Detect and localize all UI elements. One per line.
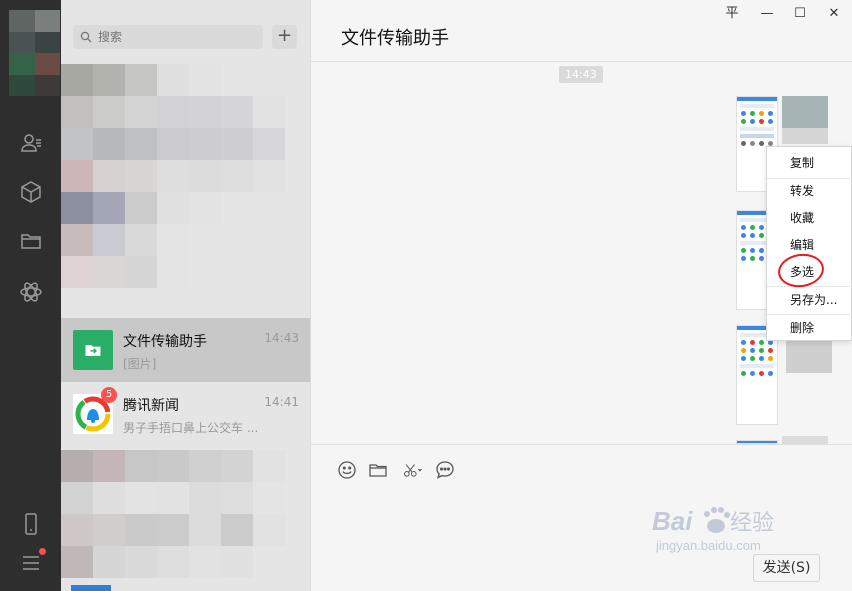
- send-button[interactable]: 发送(S): [753, 554, 820, 582]
- user-avatar[interactable]: [9, 10, 60, 96]
- notification-dot: [39, 548, 46, 555]
- contacts-icon[interactable]: [18, 130, 44, 156]
- chat-preview: [图片]: [123, 357, 157, 371]
- svg-text:经验: 经验: [730, 511, 774, 536]
- pin-button[interactable]: 平: [722, 4, 742, 24]
- maximize-button[interactable]: ☐: [790, 4, 810, 24]
- blurred-chat-area: [61, 450, 310, 578]
- emoji-icon[interactable]: [336, 459, 358, 481]
- partial-avatar: [71, 585, 111, 591]
- blurred-chat-area: [61, 64, 310, 288]
- message-timestamp: 14:43: [559, 66, 603, 83]
- unread-badge: 5: [101, 387, 117, 403]
- baidu-jingyan-watermark: Bai 经验 jingyan.baidu.com: [650, 500, 810, 555]
- chat-title: 文件传输助手: [123, 334, 207, 350]
- menu-item-copy[interactable]: 复制: [767, 150, 852, 177]
- menu-item-save-as[interactable]: 另存为...: [767, 287, 852, 314]
- menu-icon[interactable]: [18, 548, 46, 576]
- send-file-folder-icon[interactable]: [367, 459, 389, 481]
- blurred-avatar: [782, 128, 828, 144]
- search-input[interactable]: [98, 30, 258, 44]
- blurred-avatar: [786, 337, 832, 373]
- chat-list: + 文件传输助手 14:43 [图片]: [61, 0, 311, 591]
- nav-rail: [0, 0, 61, 591]
- chat-time: 14:41: [264, 395, 299, 409]
- folder-icon[interactable]: [18, 228, 44, 254]
- menu-item-favorite[interactable]: 收藏: [767, 205, 852, 232]
- chat-preview: 男子手捂口鼻上公交车 ...: [123, 421, 259, 435]
- wechat-window: + 文件传输助手 14:43 [图片]: [0, 0, 852, 591]
- close-button[interactable]: ✕: [824, 4, 844, 24]
- screenshot-scissors-icon[interactable]: [399, 459, 427, 481]
- chat-time: 14:43: [264, 331, 299, 345]
- chat-item-file-transfer[interactable]: 文件传输助手 14:43 [图片]: [61, 318, 310, 382]
- blurred-avatar: [782, 96, 828, 128]
- svg-text:Bai: Bai: [652, 506, 693, 536]
- file-transfer-icon: [73, 330, 113, 370]
- mini-program-cube-icon[interactable]: [18, 179, 44, 205]
- conversation-title: 文件传输助手: [341, 28, 449, 49]
- chat-title: 腾讯新闻: [123, 398, 179, 414]
- chat-history-icon[interactable]: [434, 459, 456, 481]
- moments-icon[interactable]: [18, 279, 44, 305]
- menu-item-delete[interactable]: 删除: [767, 315, 852, 342]
- minimize-button[interactable]: —: [757, 4, 777, 24]
- conversation-header: 文件传输助手 平 — ☐ ✕: [311, 0, 852, 62]
- phone-icon[interactable]: [18, 511, 44, 537]
- add-chat-button[interactable]: +: [272, 25, 297, 49]
- menu-item-forward[interactable]: 转发: [767, 178, 852, 205]
- context-menu: 复制 转发 收藏 编辑 多选 另存为... 删除: [766, 146, 852, 341]
- search-box[interactable]: [73, 25, 263, 49]
- chat-item-tencent-news[interactable]: 5 腾讯新闻 14:41 男子手捂口鼻上公交车 ...: [61, 382, 310, 446]
- blurred-avatar: [782, 436, 828, 444]
- svg-text:jingyan.baidu.com: jingyan.baidu.com: [655, 538, 761, 553]
- search-icon: [80, 31, 92, 43]
